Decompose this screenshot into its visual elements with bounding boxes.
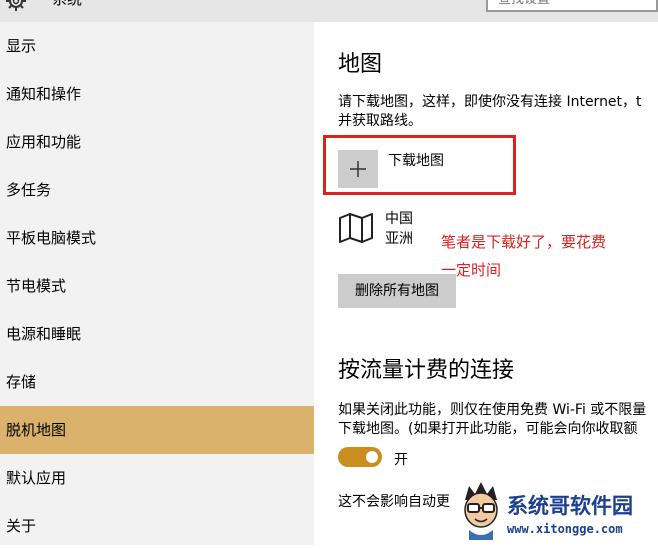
download-maps-label[interactable]: 下载地图 <box>388 150 444 170</box>
sidebar-item-display[interactable]: 显示 <box>0 22 314 70</box>
maps-description-line2: 并获取路线。 <box>338 113 422 129</box>
annotation-note: 笔者是下载好了，要花费 一定时间 <box>441 228 606 284</box>
map-icon <box>338 212 374 248</box>
watermark-url: www.xitongge.com <box>507 522 623 536</box>
sidebar-item-multitasking[interactable]: 多任务 <box>0 166 314 214</box>
sidebar-item-power-sleep[interactable]: 电源和睡眠 <box>0 310 314 358</box>
sidebar: 显示 通知和操作 应用和功能 多任务 平板电脑模式 节电模式 电源和睡眠 存储 … <box>0 22 314 545</box>
metered-heading: 按流量计费的连接 <box>338 358 515 383</box>
plus-icon <box>350 161 366 177</box>
toggle-knob <box>366 451 378 463</box>
map-country[interactable]: 中国 <box>385 210 413 228</box>
metered-footnote: 这不会影响自动更 <box>338 494 450 510</box>
watermark-logo: 系统哥软件园 www.xitongge.com <box>455 478 658 545</box>
watermark-title: 系统哥软件园 <box>507 494 633 518</box>
metered-toggle[interactable] <box>338 447 382 467</box>
delete-all-maps-button[interactable]: 删除所有地图 <box>338 274 456 308</box>
title-bar: 系统 查找设置 <box>0 0 658 22</box>
toggle-state-label: 开 <box>394 452 408 468</box>
sidebar-item-apps-features[interactable]: 应用和功能 <box>0 118 314 166</box>
sidebar-item-default-apps[interactable]: 默认应用 <box>0 454 314 502</box>
sidebar-item-notifications[interactable]: 通知和操作 <box>0 70 314 118</box>
download-maps-button[interactable] <box>338 150 378 188</box>
sidebar-item-tablet-mode[interactable]: 平板电脑模式 <box>0 214 314 262</box>
sidebar-item-storage[interactable]: 存储 <box>0 358 314 406</box>
metered-description-line2: 下载地图。(如果打开此功能，可能会向你收取额 <box>338 421 638 437</box>
sidebar-item-about[interactable]: 关于 <box>0 502 314 550</box>
maps-heading: 地图 <box>338 52 383 77</box>
mascot-icon <box>464 482 498 540</box>
annotation-line1: 笔者是下载好了，要花费 <box>441 233 607 251</box>
search-input[interactable]: 查找设置 <box>486 0 658 12</box>
sidebar-item-battery-saver[interactable]: 节电模式 <box>0 262 314 310</box>
metered-description-line1: 如果关闭此功能，则仅在使用免费 Wi-Fi 或不限量 <box>338 402 647 418</box>
sidebar-item-offline-maps[interactable]: 脱机地图 <box>0 406 314 454</box>
gear-icon <box>4 0 28 13</box>
map-region[interactable]: 亚洲 <box>385 230 413 248</box>
window-title: 系统 <box>52 0 82 9</box>
maps-description-line1: 请下载地图，这样，即使你没有连接 Internet，t <box>338 94 642 110</box>
annotation-line2: 一定时间 <box>441 261 502 279</box>
